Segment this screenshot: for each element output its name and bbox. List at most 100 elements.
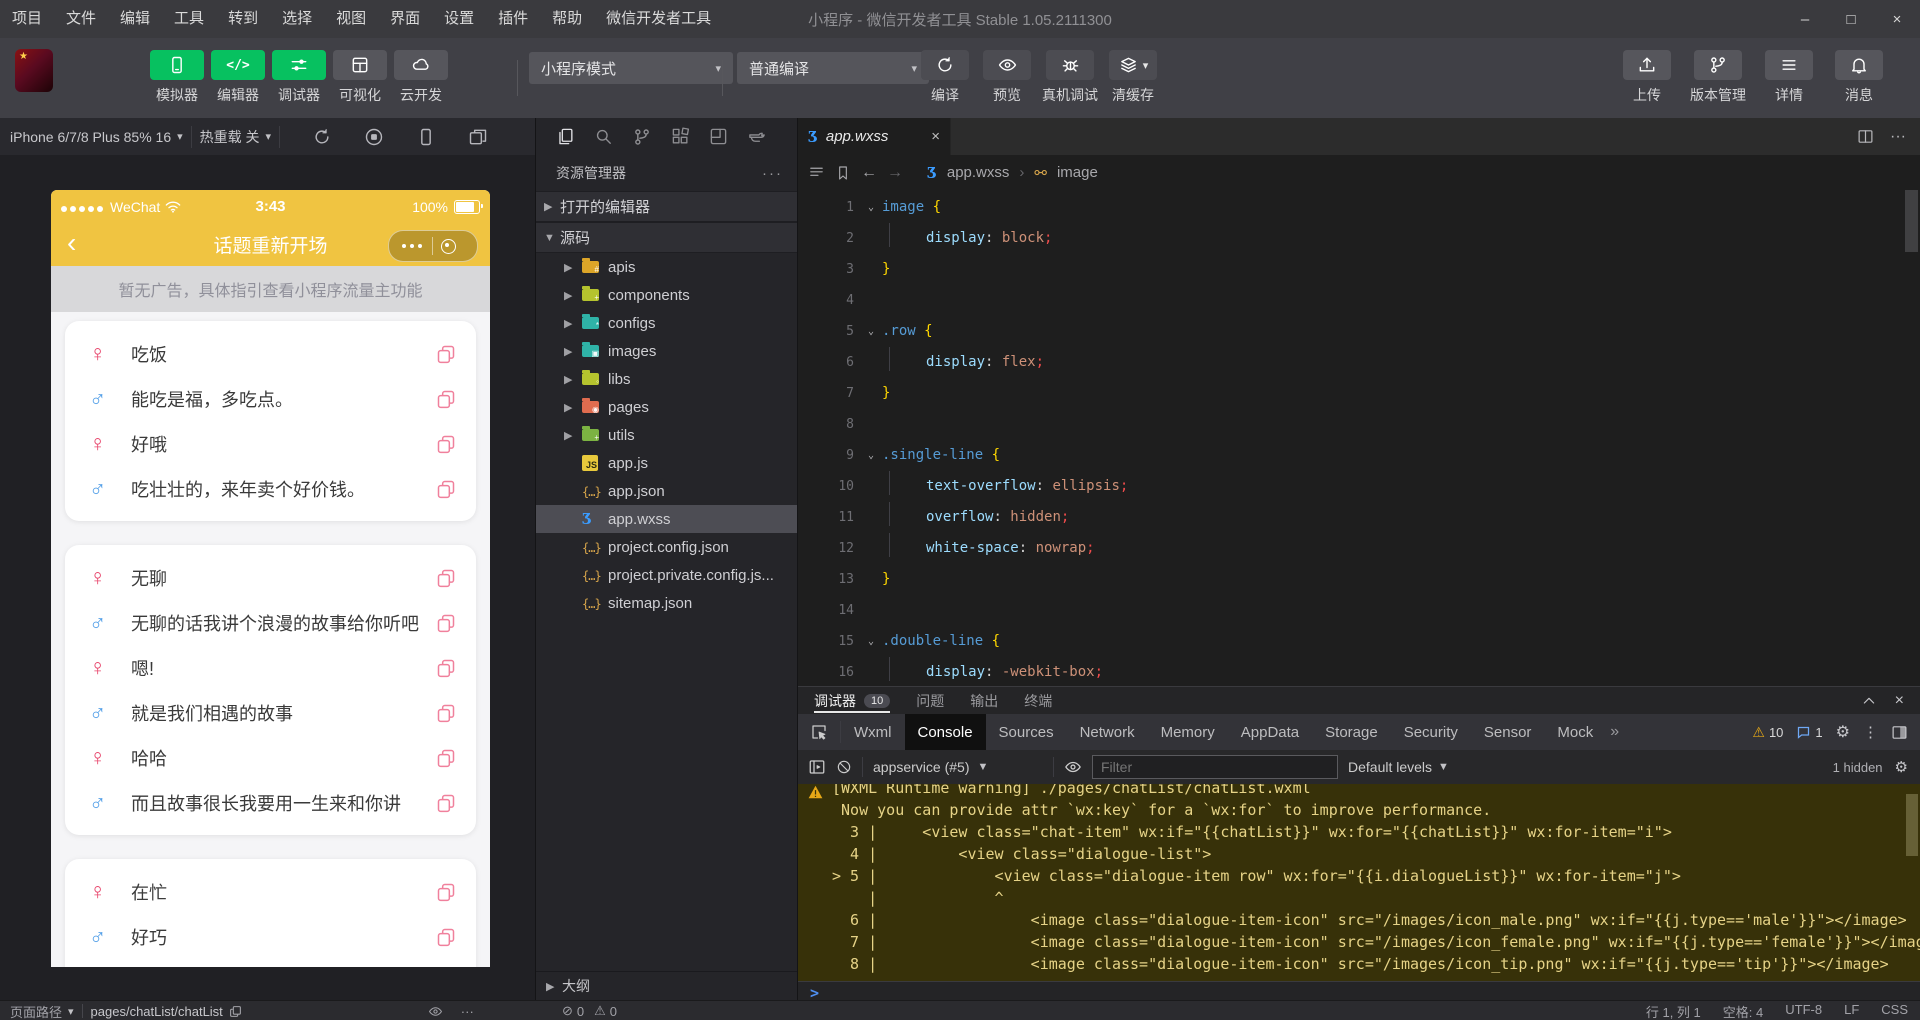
copy-icon[interactable] xyxy=(436,568,456,588)
compile-mode-select[interactable]: 普通编译 ▾ xyxy=(737,52,929,84)
status-item[interactable]: UTF-8 xyxy=(1785,1002,1822,1020)
maximize-button[interactable]: □ xyxy=(1828,0,1874,38)
fold-chevron-icon[interactable]: ⌄ xyxy=(860,316,882,347)
devtools-tab-Network[interactable]: Network xyxy=(1067,714,1148,750)
copy-icon[interactable] xyxy=(436,882,456,902)
toolbar-button-调试器[interactable]: 调试器 xyxy=(272,50,326,105)
capsule-menu[interactable] xyxy=(388,230,478,262)
eye-icon[interactable] xyxy=(1064,758,1082,776)
context-select[interactable]: appservice (#5) ▼ xyxy=(873,759,1043,775)
menu-帮助[interactable]: 帮助 xyxy=(540,0,594,38)
fold-chevron-icon[interactable]: ⌄ xyxy=(860,192,882,223)
search-icon[interactable] xyxy=(594,127,613,146)
menu-工具[interactable]: 工具 xyxy=(162,0,216,38)
editor-scrollbar[interactable] xyxy=(1905,190,1918,252)
copy-icon[interactable] xyxy=(436,613,456,633)
console-sidebar-icon[interactable] xyxy=(808,758,826,776)
status-item[interactable]: CSS xyxy=(1881,1002,1908,1020)
back-chevron-icon[interactable]: ‹ xyxy=(67,227,76,259)
fold-chevron-icon[interactable]: ⌄ xyxy=(860,626,882,657)
tree-item-pages[interactable]: ▶ ◉ pages xyxy=(536,393,797,421)
statusbar-more-icon[interactable]: ··· xyxy=(461,1004,474,1019)
kebab-menu-icon[interactable]: ⋮ xyxy=(1863,723,1878,741)
devtools-tab-Sources[interactable]: Sources xyxy=(986,714,1067,750)
toolbar-button-编辑器[interactable]: </> 编辑器 xyxy=(211,50,265,105)
menu-项目[interactable]: 项目 xyxy=(0,0,54,38)
toolbar-button-清缓存[interactable]: ▾ 清缓存 xyxy=(1106,50,1160,105)
preview-eye-icon[interactable] xyxy=(428,1004,443,1019)
menu-设置[interactable]: 设置 xyxy=(432,0,486,38)
tree-item-project.private.config.js...[interactable]: {…} project.private.config.js... xyxy=(536,561,797,589)
tree-item-utils[interactable]: ▶ + utils xyxy=(536,421,797,449)
devtools-tab-Mock[interactable]: Mock xyxy=(1544,714,1606,750)
toolbar-button-编译[interactable]: 编译 xyxy=(918,50,972,105)
source-section[interactable]: ▼ 源码 xyxy=(536,222,797,253)
tree-item-libs[interactable]: ▶ ◦ libs xyxy=(536,365,797,393)
outline-section[interactable]: ▶ 大纲 xyxy=(536,971,797,1000)
close-panel-icon[interactable]: × xyxy=(1895,692,1904,710)
warning-count[interactable]: ⚠ 10 xyxy=(1752,724,1783,741)
tree-item-apis[interactable]: ▶ # apis xyxy=(536,253,797,281)
panel-tab-调试器[interactable]: 调试器 10 xyxy=(814,687,891,714)
stop-icon[interactable] xyxy=(364,127,384,147)
restart-icon[interactable] xyxy=(312,127,332,147)
devtools-settings-icon[interactable]: ⚙ xyxy=(1836,722,1850,742)
console-output[interactable]: [WXML Runtime warning] ./pages/chatList/… xyxy=(798,784,1920,981)
devtools-tab-Wxml[interactable]: Wxml xyxy=(841,714,905,750)
menu-微信开发者工具[interactable]: 微信开发者工具 xyxy=(594,0,723,38)
devtools-tab-Security[interactable]: Security xyxy=(1391,714,1471,750)
copy-icon[interactable] xyxy=(436,658,456,678)
files-icon[interactable] xyxy=(556,127,575,146)
nav-forward-icon[interactable]: → xyxy=(887,164,903,182)
code-editor[interactable]: 1 ⌄ image {2 display: block; 3} 4 5 ⌄ .row {6 dis… xyxy=(798,190,1920,686)
console-scrollbar[interactable] xyxy=(1906,794,1918,856)
devtools-tab-Storage[interactable]: Storage xyxy=(1312,714,1391,750)
menu-插件[interactable]: 插件 xyxy=(486,0,540,38)
panel-tab-终端[interactable]: 终端 xyxy=(1024,687,1052,714)
copy-icon[interactable] xyxy=(436,344,456,364)
filter-input[interactable] xyxy=(1092,755,1338,779)
menu-选择[interactable]: 选择 xyxy=(270,0,324,38)
hot-reload-toggle[interactable]: 热重载 关 ▾ xyxy=(192,118,279,155)
tree-item-images[interactable]: ▶ ▣ images xyxy=(536,337,797,365)
copy-icon[interactable] xyxy=(436,389,456,409)
devtools-tab-AppData[interactable]: AppData xyxy=(1228,714,1312,750)
log-levels-select[interactable]: Default levels ▼ xyxy=(1348,759,1449,775)
message-count[interactable]: 1 xyxy=(1796,725,1823,740)
extensions-icon[interactable] xyxy=(671,127,690,146)
git-branch-icon[interactable] xyxy=(632,127,652,147)
toolbar-button-上传[interactable]: 上传 xyxy=(1620,50,1674,105)
tree-item-components[interactable]: ▶ + components xyxy=(536,281,797,309)
devtools-tab-Sensor[interactable]: Sensor xyxy=(1471,714,1545,750)
outline-list-icon[interactable] xyxy=(808,164,825,181)
toolbar-button-可视化[interactable]: 可视化 xyxy=(333,50,387,105)
dock-side-icon[interactable] xyxy=(1891,724,1908,741)
devtools-tab-Console[interactable]: Console xyxy=(904,714,986,750)
nav-back-icon[interactable]: ← xyxy=(861,164,877,182)
menu-编辑[interactable]: 编辑 xyxy=(108,0,162,38)
toolbar-button-模拟器[interactable]: 模拟器 xyxy=(150,50,204,105)
more-tabs-icon[interactable]: » xyxy=(1610,723,1619,741)
bookmark-icon[interactable] xyxy=(835,165,851,181)
clear-console-icon[interactable] xyxy=(836,759,852,775)
status-item[interactable]: 行 1, 列 1 xyxy=(1646,1002,1701,1020)
device-select[interactable]: iPhone 6/7/8 Plus 85% 16 ▾ xyxy=(0,118,191,155)
minimize-button[interactable]: – xyxy=(1782,0,1828,38)
toolbar-button-详情[interactable]: 详情 xyxy=(1762,50,1816,105)
tree-item-app.js[interactable]: JS app.js xyxy=(536,449,797,477)
avatar[interactable]: ★ xyxy=(15,49,53,92)
close-button[interactable]: × xyxy=(1874,0,1920,38)
status-item[interactable]: 空格: 4 xyxy=(1723,1002,1763,1020)
copy-icon[interactable] xyxy=(436,793,456,813)
status-item[interactable]: LF xyxy=(1844,1002,1859,1020)
collapse-panel-icon[interactable] xyxy=(1861,693,1877,709)
panel-tab-输出[interactable]: 输出 xyxy=(970,687,998,714)
copy-icon[interactable] xyxy=(436,703,456,723)
toolbar-button-云开发[interactable]: 云开发 xyxy=(394,50,448,105)
copy-icon[interactable] xyxy=(436,434,456,454)
toolbar-button-真机调试[interactable]: 真机调试 xyxy=(1042,50,1098,105)
copy-icon[interactable] xyxy=(436,927,456,947)
cloud-env-icon[interactable] xyxy=(747,127,767,146)
panel-tab-问题[interactable]: 问题 xyxy=(916,687,944,714)
devtools-tab-Memory[interactable]: Memory xyxy=(1148,714,1228,750)
